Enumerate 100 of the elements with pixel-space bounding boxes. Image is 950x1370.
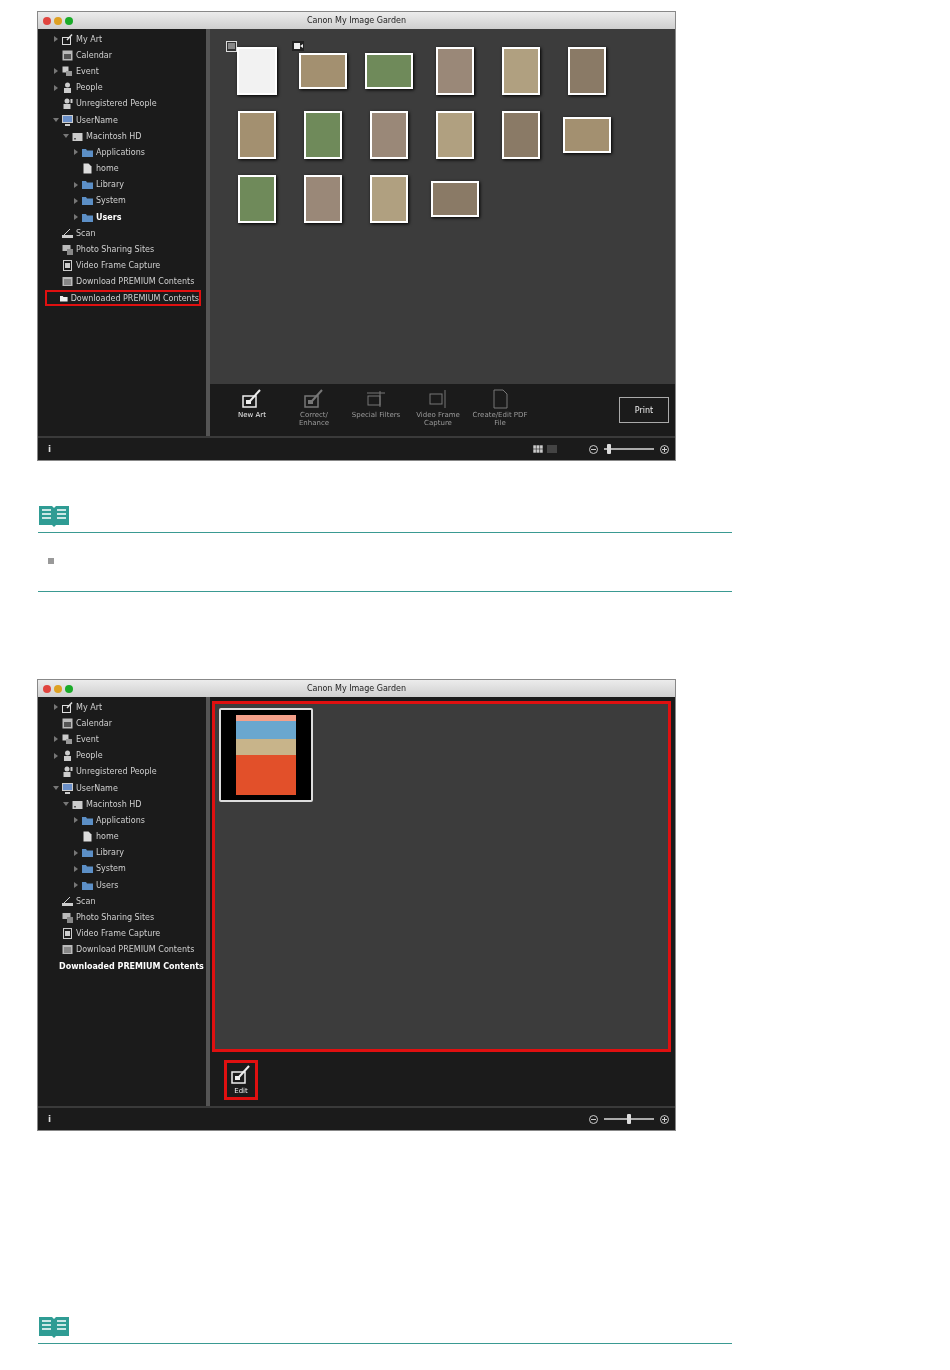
folder-icon — [82, 814, 93, 826]
person-icon — [62, 82, 73, 94]
sidebar-item[interactable]: UserName — [76, 783, 118, 793]
calendar-thumbnail[interactable] — [219, 708, 313, 802]
zoom-slider-thumb[interactable] — [627, 1114, 631, 1124]
expanded-arrow-icon[interactable] — [63, 801, 69, 808]
folder-icon — [82, 863, 93, 875]
sidebar-item[interactable]: Unregistered People — [76, 99, 157, 109]
sidebar-item[interactable]: Downloaded PREMIUM Contents — [70, 293, 199, 303]
collapsed-arrow-icon[interactable] — [73, 882, 79, 889]
sidebar-item[interactable]: Video Frame Capture — [76, 261, 161, 271]
sidebar-item[interactable]: People — [76, 751, 103, 761]
zoom-in-icon[interactable] — [660, 1114, 669, 1124]
sidebar-item[interactable]: My Art — [76, 702, 103, 712]
sidebar-item[interactable]: Download PREMIUM Contents — [76, 945, 195, 955]
zoom-slider-thumb[interactable] — [607, 444, 611, 454]
sidebar-item[interactable]: Calendar — [76, 718, 112, 728]
info-button[interactable]: i — [48, 1114, 52, 1124]
person-question-icon — [62, 766, 73, 778]
sidebar-item[interactable]: System — [96, 864, 126, 874]
document-thumbnail[interactable] — [237, 47, 277, 95]
sidebar-item[interactable]: Macintosh HD — [86, 131, 142, 141]
photo-placeholder[interactable] — [436, 47, 474, 95]
monitor-icon — [62, 114, 73, 126]
calendar-icon — [62, 717, 73, 729]
download-list-icon — [62, 944, 73, 956]
expanded-arrow-icon[interactable] — [63, 133, 69, 140]
film-icon — [62, 928, 73, 940]
sidebar-item[interactable]: Users — [96, 880, 119, 890]
sidebar-item[interactable]: Library — [96, 180, 124, 190]
collapsed-arrow-icon[interactable] — [53, 36, 59, 43]
collapsed-arrow-icon[interactable] — [73, 197, 79, 204]
photo-placeholder[interactable] — [299, 53, 347, 89]
folder-icon — [82, 146, 93, 158]
event-icon — [62, 65, 73, 77]
collapsed-arrow-icon[interactable] — [53, 68, 59, 75]
collapsed-arrow-icon[interactable] — [73, 849, 79, 856]
collapsed-arrow-icon[interactable] — [73, 181, 79, 188]
sidebar-item[interactable]: Photo Sharing Sites — [76, 245, 155, 255]
collapsed-arrow-icon[interactable] — [73, 817, 79, 824]
bullet-icon — [48, 558, 54, 564]
expanded-arrow-icon[interactable] — [53, 785, 59, 792]
photo-placeholder[interactable] — [238, 175, 276, 223]
person-icon — [62, 750, 73, 762]
info-button[interactable]: i — [48, 444, 52, 454]
photo-placeholder[interactable] — [568, 47, 606, 95]
print-button[interactable]: Print — [619, 397, 669, 423]
sidebar-item[interactable]: home — [96, 832, 119, 842]
window-controls-icon[interactable] — [42, 683, 76, 694]
grid-view-icon[interactable] — [533, 445, 543, 453]
zoom-in-icon[interactable] — [660, 444, 669, 454]
photo-placeholder[interactable] — [370, 175, 408, 223]
window-title: Canon My Image Garden — [305, 16, 408, 25]
sidebar-item[interactable]: People — [76, 83, 103, 93]
window-controls-icon[interactable] — [42, 15, 76, 26]
sidebar-item[interactable]: Applications — [96, 815, 145, 825]
photo-sharing-icon — [62, 912, 73, 924]
collapsed-arrow-icon[interactable] — [53, 704, 59, 711]
sidebar-item[interactable]: Macintosh HD — [86, 799, 142, 809]
sidebar-item[interactable]: System — [96, 196, 126, 206]
photo-placeholder[interactable] — [304, 111, 342, 159]
sidebar-item[interactable]: Event — [76, 66, 99, 76]
photo-placeholder[interactable] — [238, 111, 276, 159]
sidebar-item[interactable]: Download PREMIUM Contents — [76, 277, 195, 287]
sidebar-item[interactable]: Downloaded PREMIUM Contents — [59, 961, 204, 971]
sidebar-item[interactable]: Users — [96, 212, 122, 222]
sidebar-item[interactable]: My Art — [76, 34, 103, 44]
photo-placeholder[interactable] — [502, 111, 540, 159]
sidebar-item[interactable]: Applications — [96, 147, 145, 157]
collapsed-arrow-icon[interactable] — [73, 214, 79, 221]
photo-placeholder[interactable] — [563, 117, 611, 153]
collapsed-arrow-icon[interactable] — [53, 84, 59, 91]
sidebar-item[interactable]: Video Frame Capture — [76, 929, 161, 939]
sidebar-item[interactable]: Calendar — [76, 50, 112, 60]
sidebar-item[interactable]: Unregistered People — [76, 767, 157, 777]
photo-placeholder[interactable] — [502, 47, 540, 95]
sidebar-item[interactable]: Scan — [76, 228, 96, 238]
sidebar-item[interactable]: Photo Sharing Sites — [76, 913, 155, 923]
zoom-out-icon[interactable] — [589, 444, 598, 454]
picture-pencil-icon — [303, 389, 325, 409]
book-icon — [38, 504, 70, 528]
sidebar-item[interactable]: Event — [76, 734, 99, 744]
photo-placeholder[interactable] — [370, 111, 408, 159]
sidebar-item[interactable]: Library — [96, 848, 124, 858]
photo-placeholder[interactable] — [304, 175, 342, 223]
expanded-arrow-icon[interactable] — [53, 117, 59, 124]
sidebar-item[interactable]: home — [96, 164, 119, 174]
collapsed-arrow-icon[interactable] — [53, 736, 59, 743]
collapsed-arrow-icon[interactable] — [73, 149, 79, 156]
photo-placeholder[interactable] — [431, 181, 479, 217]
film-frame-icon — [427, 389, 449, 409]
collapsed-arrow-icon[interactable] — [53, 752, 59, 759]
sidebar-item[interactable]: UserName — [76, 115, 118, 125]
sidebar-item[interactable]: Scan — [76, 896, 96, 906]
collapsed-arrow-icon[interactable] — [73, 865, 79, 872]
layout-badge-icon — [226, 41, 237, 52]
photo-placeholder[interactable] — [365, 53, 413, 89]
photo-placeholder[interactable] — [436, 111, 474, 159]
folder-icon — [82, 211, 93, 223]
zoom-out-icon[interactable] — [589, 1114, 598, 1124]
